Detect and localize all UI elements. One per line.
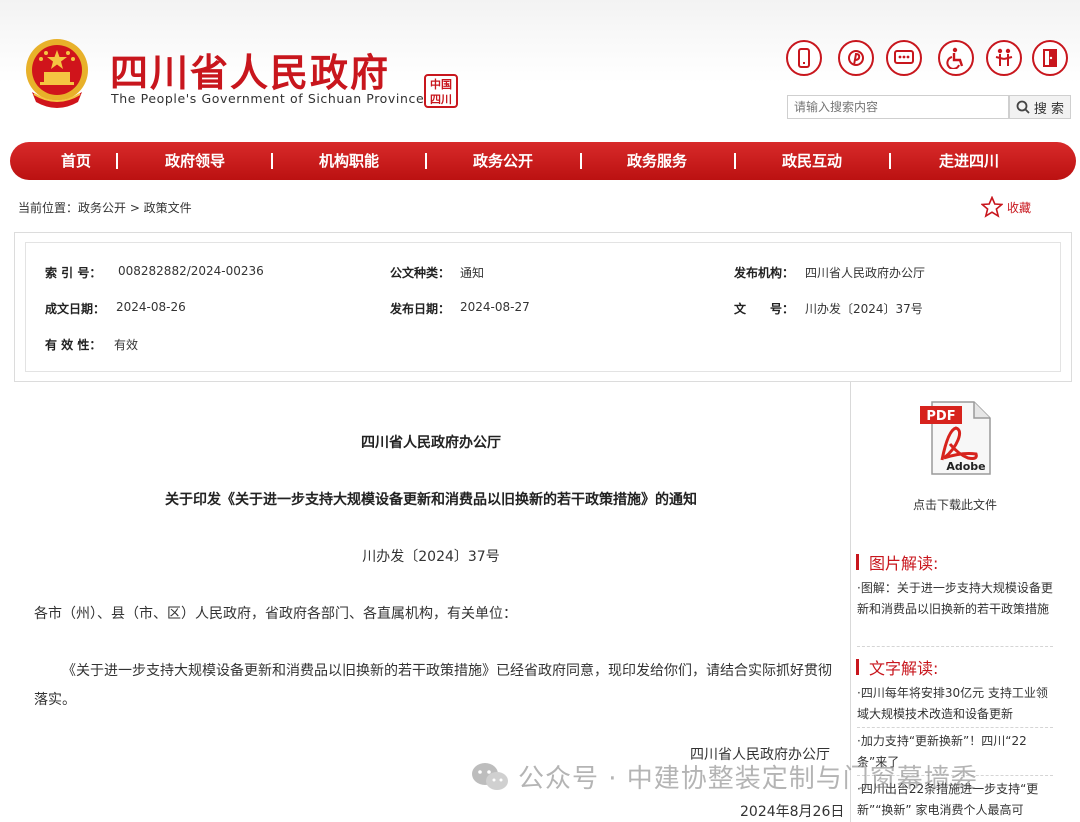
nav-separator bbox=[734, 153, 736, 169]
wechat-logo-icon bbox=[472, 762, 508, 790]
text-heading-label: 文字解读: bbox=[869, 659, 939, 678]
mobile-icon[interactable] bbox=[786, 40, 822, 76]
index-value: 008282882/2024-00236 bbox=[118, 264, 264, 278]
validity-label: 有 效 性： bbox=[45, 338, 102, 352]
wechat-watermark: 公众号 · 中建协整装定制与门窗幕墙委 bbox=[470, 758, 978, 795]
validity-value: 有效 bbox=[114, 338, 139, 352]
breadcrumb: 当前位置：政务公开 > 政策文件 bbox=[18, 201, 192, 215]
document-date: 2024年8月26日 bbox=[740, 804, 845, 820]
nav-separator bbox=[580, 153, 582, 169]
category-value: 通知 bbox=[460, 266, 485, 280]
site-header: 四川省人民政府 The People's Government of Sichu… bbox=[0, 0, 1080, 138]
created-date-label: 成文日期： bbox=[45, 302, 106, 316]
nav-item-agencies[interactable]: 机构职能 bbox=[308, 142, 390, 180]
nav-separator bbox=[425, 153, 427, 169]
weibo-icon[interactable] bbox=[838, 40, 874, 76]
nav-item-interaction[interactable]: 政民互动 bbox=[771, 142, 853, 180]
text-interpretation-heading: 文字解读: bbox=[856, 655, 938, 679]
search-button[interactable]: 搜 索 bbox=[1009, 95, 1071, 119]
nav-separator bbox=[271, 153, 273, 169]
elderly-care-icon[interactable] bbox=[986, 40, 1022, 76]
published-date-value: 2024-08-27 bbox=[460, 300, 530, 314]
document-number: 川办发〔2024〕37号 bbox=[362, 549, 500, 565]
content-divider bbox=[850, 382, 851, 822]
favorite-button[interactable]: 收藏 bbox=[981, 196, 1031, 218]
nav-item-about-sichuan[interactable]: 走进四川 bbox=[928, 142, 1010, 180]
sidebar-divider bbox=[857, 727, 1053, 728]
nav-separator bbox=[116, 153, 118, 169]
nav-item-home[interactable]: 首页 bbox=[50, 142, 102, 180]
pdf-badge-label: PDF bbox=[926, 409, 955, 424]
document-number-label: 文 号： bbox=[734, 302, 795, 316]
sidebar-divider bbox=[857, 646, 1053, 647]
watermark-text: 公众号 · 中建协整装定制与门窗幕墙委 bbox=[518, 764, 978, 794]
sichuan-seal-logo: 中国 四川 bbox=[424, 74, 458, 108]
document-meta: 索 引 号： 008282882/2024-00236 公文种类： 通知 发布机… bbox=[25, 242, 1061, 372]
nav-item-services[interactable]: 政务服务 bbox=[616, 142, 698, 180]
picture-interpretation-link[interactable]: ·图解：关于进一步支持大规模设备更新和消费品以旧换新的若干政策措施 bbox=[857, 578, 1053, 642]
nav-item-leaders[interactable]: 政府领导 bbox=[154, 142, 236, 180]
document-salutation: 各市（州）、县（市、区）人民政府，省政府各部门、各直属机构，有关单位： bbox=[34, 606, 517, 622]
site-subtitle: The People's Government of Sichuan Provi… bbox=[111, 91, 425, 106]
download-file-link[interactable]: 点击下载此文件 bbox=[860, 496, 1050, 513]
picture-interpretation-heading: 图片解读: bbox=[856, 550, 938, 574]
published-date-label: 发布日期： bbox=[390, 302, 451, 316]
site-title: 四川省人民政府 bbox=[110, 51, 391, 95]
publisher-label: 发布机构： bbox=[734, 266, 795, 280]
national-emblem-icon bbox=[26, 39, 88, 108]
document-number-value: 川办发〔2024〕37号 bbox=[805, 302, 923, 316]
index-label: 索 引 号： bbox=[45, 266, 102, 280]
favorite-label: 收藏 bbox=[1007, 200, 1032, 215]
main-nav: 首页 政府领导 机构职能 政务公开 政务服务 政民互动 走进四川 bbox=[10, 142, 1076, 180]
picture-heading-label: 图片解读: bbox=[869, 554, 939, 573]
pdf-download-icon[interactable]: PDF Adobe bbox=[918, 400, 994, 476]
nav-separator bbox=[889, 153, 891, 169]
exit-icon[interactable] bbox=[1032, 40, 1068, 76]
document-body: 《关于进一步支持大规模设备更新和消费品以旧换新的若干政策措施》已经省政府同意，现… bbox=[34, 663, 832, 708]
wechat-icon[interactable] bbox=[886, 40, 922, 76]
nav-item-open-affairs[interactable]: 政务公开 bbox=[462, 142, 544, 180]
document-title: 关于印发《关于进一步支持大规模设备更新和消费品以旧换新的若干政策措施》的通知 bbox=[165, 492, 697, 508]
search-icon bbox=[1016, 100, 1030, 114]
star-icon bbox=[981, 196, 1003, 218]
search-input[interactable] bbox=[787, 95, 1009, 119]
document-issuer: 四川省人民政府办公厅 bbox=[361, 435, 501, 451]
category-label: 公文种类： bbox=[390, 266, 451, 280]
accessibility-icon[interactable] bbox=[938, 40, 974, 76]
search-button-label: 搜 索 bbox=[1033, 101, 1065, 117]
publisher-value: 四川省人民政府办公厅 bbox=[805, 266, 926, 280]
text-interpretation-link[interactable]: ·四川每年将安排30亿元 支持工业领域大规模技术改造和设备更新 bbox=[857, 683, 1053, 725]
adobe-brand-label: Adobe bbox=[946, 460, 985, 473]
created-date-value: 2024-08-26 bbox=[116, 300, 186, 314]
